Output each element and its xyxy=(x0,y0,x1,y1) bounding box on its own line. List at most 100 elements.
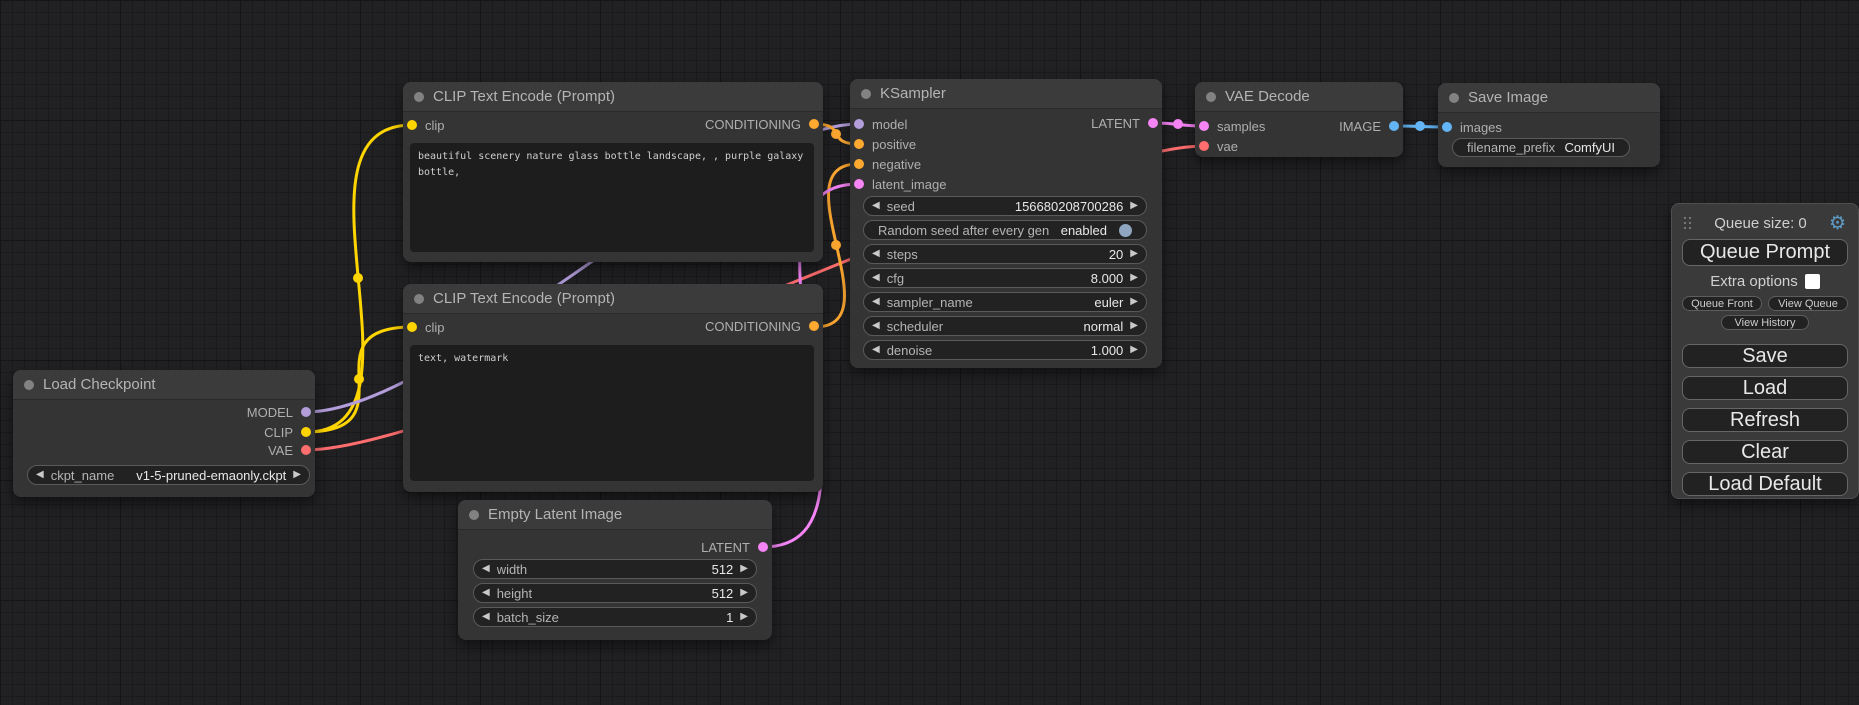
increment-arrow-icon[interactable] xyxy=(1130,345,1138,355)
increment-arrow-icon[interactable] xyxy=(740,612,748,622)
input-slot-samples[interactable]: samples xyxy=(1199,116,1265,136)
output-slot-model[interactable]: MODEL xyxy=(247,402,311,422)
increment-arrow-icon[interactable] xyxy=(740,564,748,574)
negative-prompt-textarea[interactable]: text, watermark xyxy=(410,345,814,481)
samples-input-dot-icon[interactable] xyxy=(1199,121,1209,131)
images-input-dot-icon[interactable] xyxy=(1442,122,1452,132)
input-slot-latent-image[interactable]: latent_image xyxy=(854,174,946,194)
node-title-bar[interactable]: CLIP Text Encode (Prompt) xyxy=(403,82,823,112)
node-clip-text-encode-negative[interactable]: CLIP Text Encode (Prompt) clip CONDITION… xyxy=(403,284,823,492)
node-clip-text-encode-positive[interactable]: CLIP Text Encode (Prompt) clip CONDITION… xyxy=(403,82,823,262)
node-vae-decode[interactable]: VAE Decode samples vae IMAGE xyxy=(1195,82,1403,157)
batch-size-widget[interactable]: batch_size 1 xyxy=(473,607,757,627)
decrement-arrow-icon[interactable] xyxy=(482,564,490,574)
increment-arrow-icon[interactable] xyxy=(1130,321,1138,331)
decrement-arrow-icon[interactable] xyxy=(482,588,490,598)
load-button[interactable]: Load xyxy=(1682,376,1848,400)
clip-output-dot-icon[interactable] xyxy=(301,427,311,437)
decrement-arrow-icon[interactable] xyxy=(36,470,44,480)
drag-handle-icon[interactable] xyxy=(1684,217,1692,230)
positive-prompt-textarea[interactable]: beautiful scenery nature glass bottle la… xyxy=(410,143,814,252)
steps-widget[interactable]: steps 20 xyxy=(863,244,1147,264)
negative-input-dot-icon[interactable] xyxy=(854,159,864,169)
output-slot-conditioning[interactable]: CONDITIONING xyxy=(705,114,819,134)
decrement-arrow-icon[interactable] xyxy=(872,321,880,331)
increment-arrow-icon[interactable] xyxy=(1130,273,1138,283)
latent-input-dot-icon[interactable] xyxy=(854,179,864,189)
view-history-button[interactable]: View History xyxy=(1721,315,1809,330)
node-save-image[interactable]: Save Image images filename_prefix ComfyU… xyxy=(1438,83,1660,167)
decrement-arrow-icon[interactable] xyxy=(872,345,880,355)
input-slot-clip[interactable]: clip xyxy=(407,317,445,337)
node-empty-latent-image[interactable]: Empty Latent Image LATENT width 512 heig… xyxy=(458,500,772,640)
positive-input-dot-icon[interactable] xyxy=(854,139,864,149)
increment-arrow-icon[interactable] xyxy=(740,588,748,598)
output-slot-latent[interactable]: LATENT xyxy=(1091,113,1158,133)
clear-button[interactable]: Clear xyxy=(1682,440,1848,464)
image-output-dot-icon[interactable] xyxy=(1389,121,1399,131)
node-title-bar[interactable]: KSampler xyxy=(850,79,1162,109)
node-graph-canvas[interactable]: Load Checkpoint MODEL CLIP VAE ckpt_name… xyxy=(0,0,1859,705)
node-title-bar[interactable]: Load Checkpoint xyxy=(13,370,315,400)
decrement-arrow-icon[interactable] xyxy=(872,249,880,259)
collapse-dot-icon[interactable] xyxy=(24,380,34,390)
gear-icon[interactable]: ⚙ xyxy=(1829,214,1846,233)
queue-front-button[interactable]: Queue Front xyxy=(1682,296,1762,311)
collapse-dot-icon[interactable] xyxy=(861,89,871,99)
input-slot-model[interactable]: model xyxy=(854,114,907,134)
sampler-name-widget[interactable]: sampler_name euler xyxy=(863,292,1147,312)
seed-widget[interactable]: seed 156680208700286 xyxy=(863,196,1147,216)
node-title-bar[interactable]: Save Image xyxy=(1438,83,1660,113)
input-slot-images[interactable]: images xyxy=(1442,117,1502,137)
decrement-arrow-icon[interactable] xyxy=(482,612,490,622)
node-title-bar[interactable]: CLIP Text Encode (Prompt) xyxy=(403,284,823,314)
view-queue-button[interactable]: View Queue xyxy=(1768,296,1848,311)
node-title-bar[interactable]: VAE Decode xyxy=(1195,82,1403,112)
decrement-arrow-icon[interactable] xyxy=(872,273,880,283)
scheduler-widget[interactable]: scheduler normal xyxy=(863,316,1147,336)
width-widget[interactable]: width 512 xyxy=(473,559,757,579)
height-widget[interactable]: height 512 xyxy=(473,583,757,603)
model-output-dot-icon[interactable] xyxy=(301,407,311,417)
random-seed-toggle-widget[interactable]: Random seed after every gen enabled xyxy=(863,220,1147,240)
input-slot-clip[interactable]: clip xyxy=(407,115,445,135)
collapse-dot-icon[interactable] xyxy=(1449,93,1459,103)
ckpt-name-widget[interactable]: ckpt_name v1-5-pruned-emaonly.ckpt xyxy=(27,465,310,485)
denoise-widget[interactable]: denoise 1.000 xyxy=(863,340,1147,360)
increment-arrow-icon[interactable] xyxy=(1130,297,1138,307)
clip-input-dot-icon[interactable] xyxy=(407,120,417,130)
node-ksampler[interactable]: KSampler model positive negative latent_… xyxy=(850,79,1162,368)
collapse-dot-icon[interactable] xyxy=(469,510,479,520)
latent-output-dot-icon[interactable] xyxy=(758,542,768,552)
collapse-dot-icon[interactable] xyxy=(414,92,424,102)
collapse-dot-icon[interactable] xyxy=(414,294,424,304)
conditioning-output-dot-icon[interactable] xyxy=(809,321,819,331)
save-button[interactable]: Save xyxy=(1682,344,1848,368)
filename-prefix-widget[interactable]: filename_prefix ComfyUI xyxy=(1452,138,1630,157)
conditioning-output-dot-icon[interactable] xyxy=(809,119,819,129)
cfg-widget[interactable]: cfg 8.000 xyxy=(863,268,1147,288)
output-slot-image[interactable]: IMAGE xyxy=(1339,116,1399,136)
queue-prompt-button[interactable]: Queue Prompt xyxy=(1682,239,1848,266)
output-slot-latent[interactable]: LATENT xyxy=(701,537,768,557)
toggle-enabled-icon[interactable] xyxy=(1119,224,1132,237)
output-slot-clip[interactable]: CLIP xyxy=(264,422,311,442)
increment-arrow-icon[interactable] xyxy=(1130,201,1138,211)
increment-arrow-icon[interactable] xyxy=(1130,249,1138,259)
node-load-checkpoint[interactable]: Load Checkpoint MODEL CLIP VAE ckpt_name… xyxy=(13,370,315,497)
input-slot-vae[interactable]: vae xyxy=(1199,136,1238,156)
decrement-arrow-icon[interactable] xyxy=(872,297,880,307)
vae-input-dot-icon[interactable] xyxy=(1199,141,1209,151)
collapse-dot-icon[interactable] xyxy=(1206,92,1216,102)
latent-output-dot-icon[interactable] xyxy=(1148,118,1158,128)
extra-options-checkbox[interactable] xyxy=(1805,274,1820,289)
output-slot-vae[interactable]: VAE xyxy=(268,440,311,460)
input-slot-negative[interactable]: negative xyxy=(854,154,921,174)
load-default-button[interactable]: Load Default xyxy=(1682,472,1848,496)
model-input-dot-icon[interactable] xyxy=(854,119,864,129)
node-title-bar[interactable]: Empty Latent Image xyxy=(458,500,772,530)
input-slot-positive[interactable]: positive xyxy=(854,134,916,154)
decrement-arrow-icon[interactable] xyxy=(872,201,880,211)
refresh-button[interactable]: Refresh xyxy=(1682,408,1848,432)
vae-output-dot-icon[interactable] xyxy=(301,445,311,455)
